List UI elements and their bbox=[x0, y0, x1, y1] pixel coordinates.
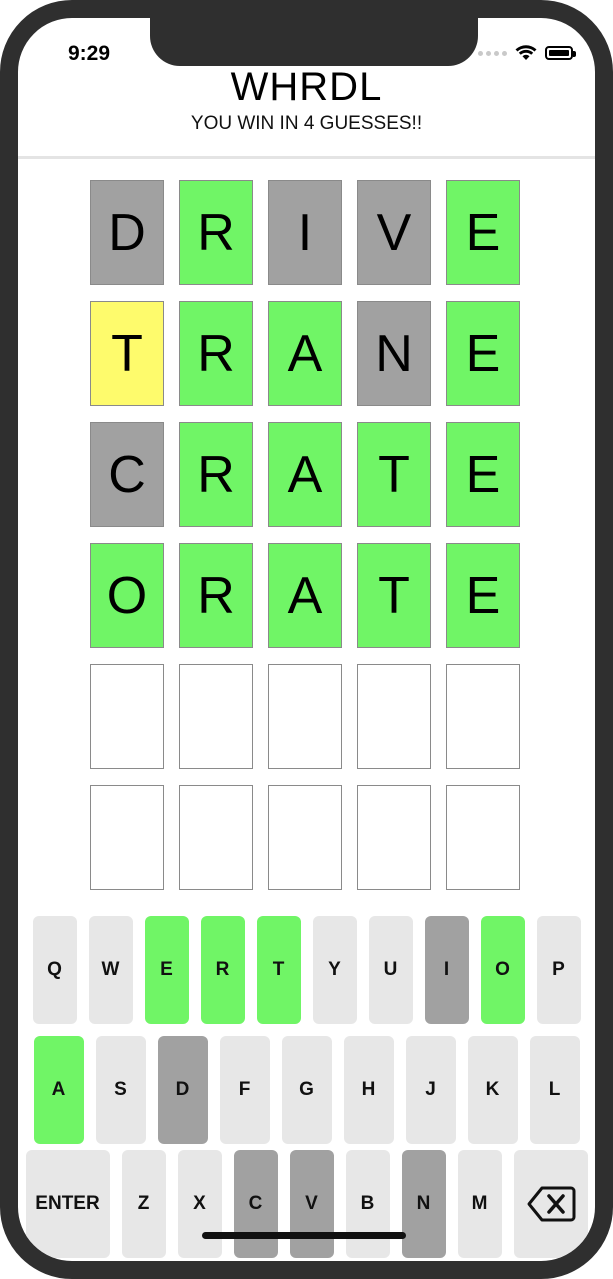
letter-tile: A bbox=[268, 543, 342, 648]
letter-tile: E bbox=[446, 180, 520, 285]
letter-tile bbox=[268, 785, 342, 890]
keyboard-row: ASDFGHJKL bbox=[18, 1036, 595, 1144]
key-y[interactable]: Y bbox=[312, 916, 357, 1024]
win-message: YOU WIN IN 4 GUESSES!! bbox=[190, 113, 423, 134]
key-v[interactable]: V bbox=[289, 1150, 334, 1258]
letter-tile: T bbox=[90, 301, 164, 406]
key-h[interactable]: H bbox=[343, 1036, 394, 1144]
letter-tile bbox=[90, 785, 164, 890]
key-s[interactable]: S bbox=[95, 1036, 146, 1144]
letter-tile bbox=[357, 785, 431, 890]
letter-tile: C bbox=[90, 422, 164, 527]
guess-row: ORATE bbox=[90, 543, 520, 648]
letter-tile bbox=[357, 664, 431, 769]
key-l[interactable]: L bbox=[529, 1036, 580, 1144]
key-d[interactable]: D bbox=[157, 1036, 208, 1144]
backspace-key[interactable] bbox=[513, 1150, 588, 1258]
enter-key[interactable]: ENTER bbox=[25, 1150, 110, 1258]
letter-tile: E bbox=[446, 422, 520, 527]
guess-row bbox=[90, 664, 520, 769]
guess-row bbox=[90, 785, 520, 890]
key-q[interactable]: Q bbox=[32, 916, 77, 1024]
letter-tile: R bbox=[179, 543, 253, 648]
letter-tile: V bbox=[357, 180, 431, 285]
key-c[interactable]: C bbox=[233, 1150, 278, 1258]
home-indicator bbox=[202, 1232, 406, 1239]
keyboard-row: ENTER Z X C V B N M bbox=[18, 1150, 595, 1258]
wifi-icon bbox=[515, 45, 537, 60]
guess-row: DRIVE bbox=[90, 180, 520, 285]
letter-tile bbox=[268, 664, 342, 769]
key-t[interactable]: T bbox=[256, 916, 301, 1024]
key-r[interactable]: R bbox=[200, 916, 245, 1024]
key-m[interactable]: M bbox=[457, 1150, 502, 1258]
letter-tile bbox=[179, 664, 253, 769]
letter-tile: I bbox=[268, 180, 342, 285]
page-title: WHRDL bbox=[230, 65, 383, 109]
guess-row: CRATE bbox=[90, 422, 520, 527]
letter-tile: E bbox=[446, 543, 520, 648]
letter-tile: N bbox=[357, 301, 431, 406]
key-b[interactable]: B bbox=[345, 1150, 390, 1258]
key-j[interactable]: J bbox=[405, 1036, 456, 1144]
key-w[interactable]: W bbox=[88, 916, 133, 1024]
app-header: WHRDL YOU WIN IN 4 GUESSES!! bbox=[18, 63, 595, 159]
letter-tile bbox=[446, 785, 520, 890]
key-n[interactable]: N bbox=[401, 1150, 446, 1258]
letter-tile: R bbox=[179, 422, 253, 527]
key-g[interactable]: G bbox=[281, 1036, 332, 1144]
letter-tile: A bbox=[268, 301, 342, 406]
battery-icon bbox=[545, 46, 576, 60]
key-a[interactable]: A bbox=[33, 1036, 84, 1144]
letter-tile: O bbox=[90, 543, 164, 648]
key-k[interactable]: K bbox=[467, 1036, 518, 1144]
signal-dots-icon bbox=[478, 50, 507, 56]
guess-row: TRANE bbox=[90, 301, 520, 406]
guess-grid: DRIVETRANECRATEORATE bbox=[90, 180, 520, 906]
letter-tile: T bbox=[357, 543, 431, 648]
key-o[interactable]: O bbox=[480, 916, 525, 1024]
key-z[interactable]: Z bbox=[121, 1150, 166, 1258]
key-x[interactable]: X bbox=[177, 1150, 222, 1258]
letter-tile bbox=[446, 664, 520, 769]
key-u[interactable]: U bbox=[368, 916, 413, 1024]
letter-tile: T bbox=[357, 422, 431, 527]
key-f[interactable]: F bbox=[219, 1036, 270, 1144]
status-icons bbox=[478, 45, 576, 61]
key-p[interactable]: P bbox=[536, 916, 581, 1024]
key-i[interactable]: I bbox=[424, 916, 469, 1024]
letter-tile bbox=[179, 785, 253, 890]
backspace-icon bbox=[527, 1186, 575, 1222]
letter-tile: D bbox=[90, 180, 164, 285]
letter-tile bbox=[90, 664, 164, 769]
letter-tile: A bbox=[268, 422, 342, 527]
letter-tile: E bbox=[446, 301, 520, 406]
letter-tile: R bbox=[179, 301, 253, 406]
key-e[interactable]: E bbox=[144, 916, 189, 1024]
notch bbox=[150, 18, 478, 66]
phone-frame: 9:29 WHRDL YOU WIN IN 4 GUESSES!! DRIVET… bbox=[0, 0, 613, 1279]
letter-tile: R bbox=[179, 180, 253, 285]
keyboard: Q W E R T Y U I O P A S D F G H J K L ENTER Z X C V B N M bbox=[18, 898, 595, 1261]
keyboard-row: QWERTYUIOP bbox=[18, 916, 595, 1024]
